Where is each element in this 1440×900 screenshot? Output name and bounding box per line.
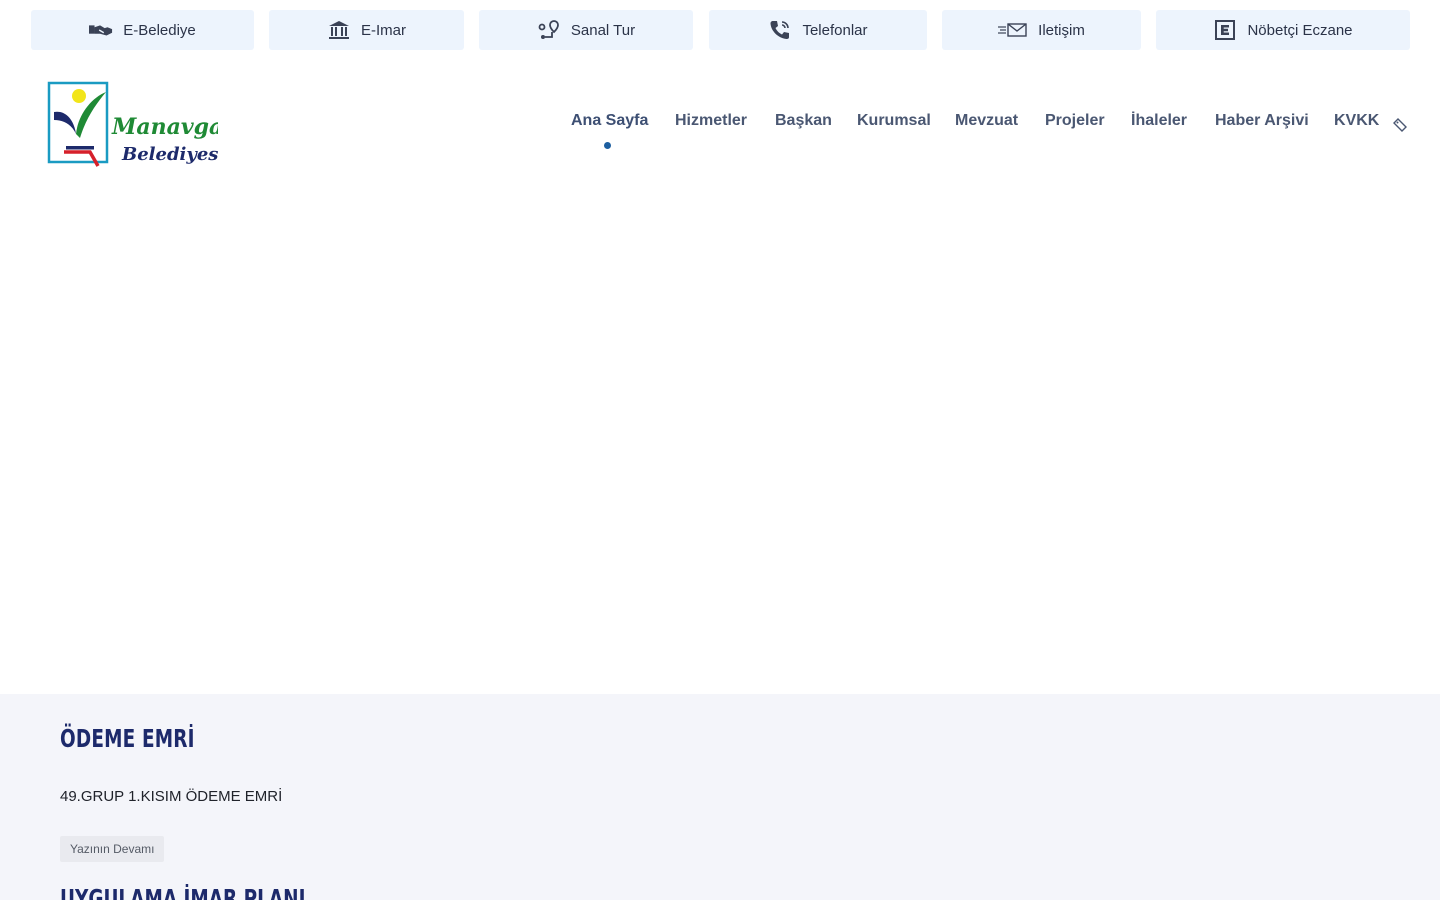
nav-item-kurumsal[interactable]: Kurumsal xyxy=(857,112,931,130)
phone-icon xyxy=(768,20,792,40)
quick-link-label: Iletişim xyxy=(1038,21,1085,39)
quick-link-label: E-Imar xyxy=(361,21,406,39)
nav-item-hizmetler[interactable]: Hizmetler xyxy=(675,112,747,130)
nav-item-ihaleler[interactable]: İhaleler xyxy=(1131,112,1187,130)
news-excerpt: 49.GRUP 1.KISIM ÖDEME EMRİ xyxy=(60,788,283,805)
quick-link-e-belediye[interactable]: E-Belediye xyxy=(31,10,254,50)
hero-slider xyxy=(0,185,1440,693)
quick-link-telefonlar[interactable]: Telefonlar xyxy=(709,10,927,50)
quick-link-nobetci-eczane[interactable]: Nöbetçi Eczane xyxy=(1156,10,1410,50)
nav-item-projeler[interactable]: Projeler xyxy=(1045,112,1105,130)
pharmacy-e-icon xyxy=(1213,20,1237,40)
tag-icon[interactable] xyxy=(1392,117,1408,138)
quick-link-label: Sanal Tur xyxy=(570,21,636,39)
handshake-icon xyxy=(89,20,113,40)
nav-item-ana-sayfa[interactable]: Ana Sayfa xyxy=(571,112,648,130)
nav-item-baskan[interactable]: Başkan xyxy=(775,112,832,130)
quick-link-iletisim[interactable]: Iletişim xyxy=(942,10,1141,50)
read-more-button[interactable]: Yazının Devamı xyxy=(60,836,165,862)
main-nav: Ana Sayfa Hizmetler Başkan Kurumsal Mevz… xyxy=(0,112,1440,152)
quick-link-sanal-tur[interactable]: Sanal Tur xyxy=(479,10,693,50)
nav-item-haber-arsivi[interactable]: Haber Arşivi xyxy=(1215,112,1309,130)
nav-item-kvkk[interactable]: KVKK xyxy=(1334,112,1379,130)
nav-item-mevzuat[interactable]: Mevzuat xyxy=(955,112,1018,130)
route-pin-icon xyxy=(537,20,561,40)
bank-building-icon xyxy=(327,20,351,40)
quick-link-e-imar[interactable]: E-Imar xyxy=(269,10,464,50)
news-section: ÖDEME EMRİ 49.GRUP 1.KISIM ÖDEME EMRİ Ya… xyxy=(0,694,1440,900)
quick-link-label: Telefonlar xyxy=(802,21,868,39)
quick-link-label: Nöbetçi Eczane xyxy=(1247,21,1353,39)
active-indicator-dot xyxy=(604,142,611,149)
news-title: ÖDEME EMRİ xyxy=(60,724,195,753)
next-news-title: UYGULAMA İMAR PLANI xyxy=(60,884,306,900)
envelope-icon xyxy=(998,20,1028,40)
quick-link-label: E-Belediye xyxy=(123,21,196,39)
